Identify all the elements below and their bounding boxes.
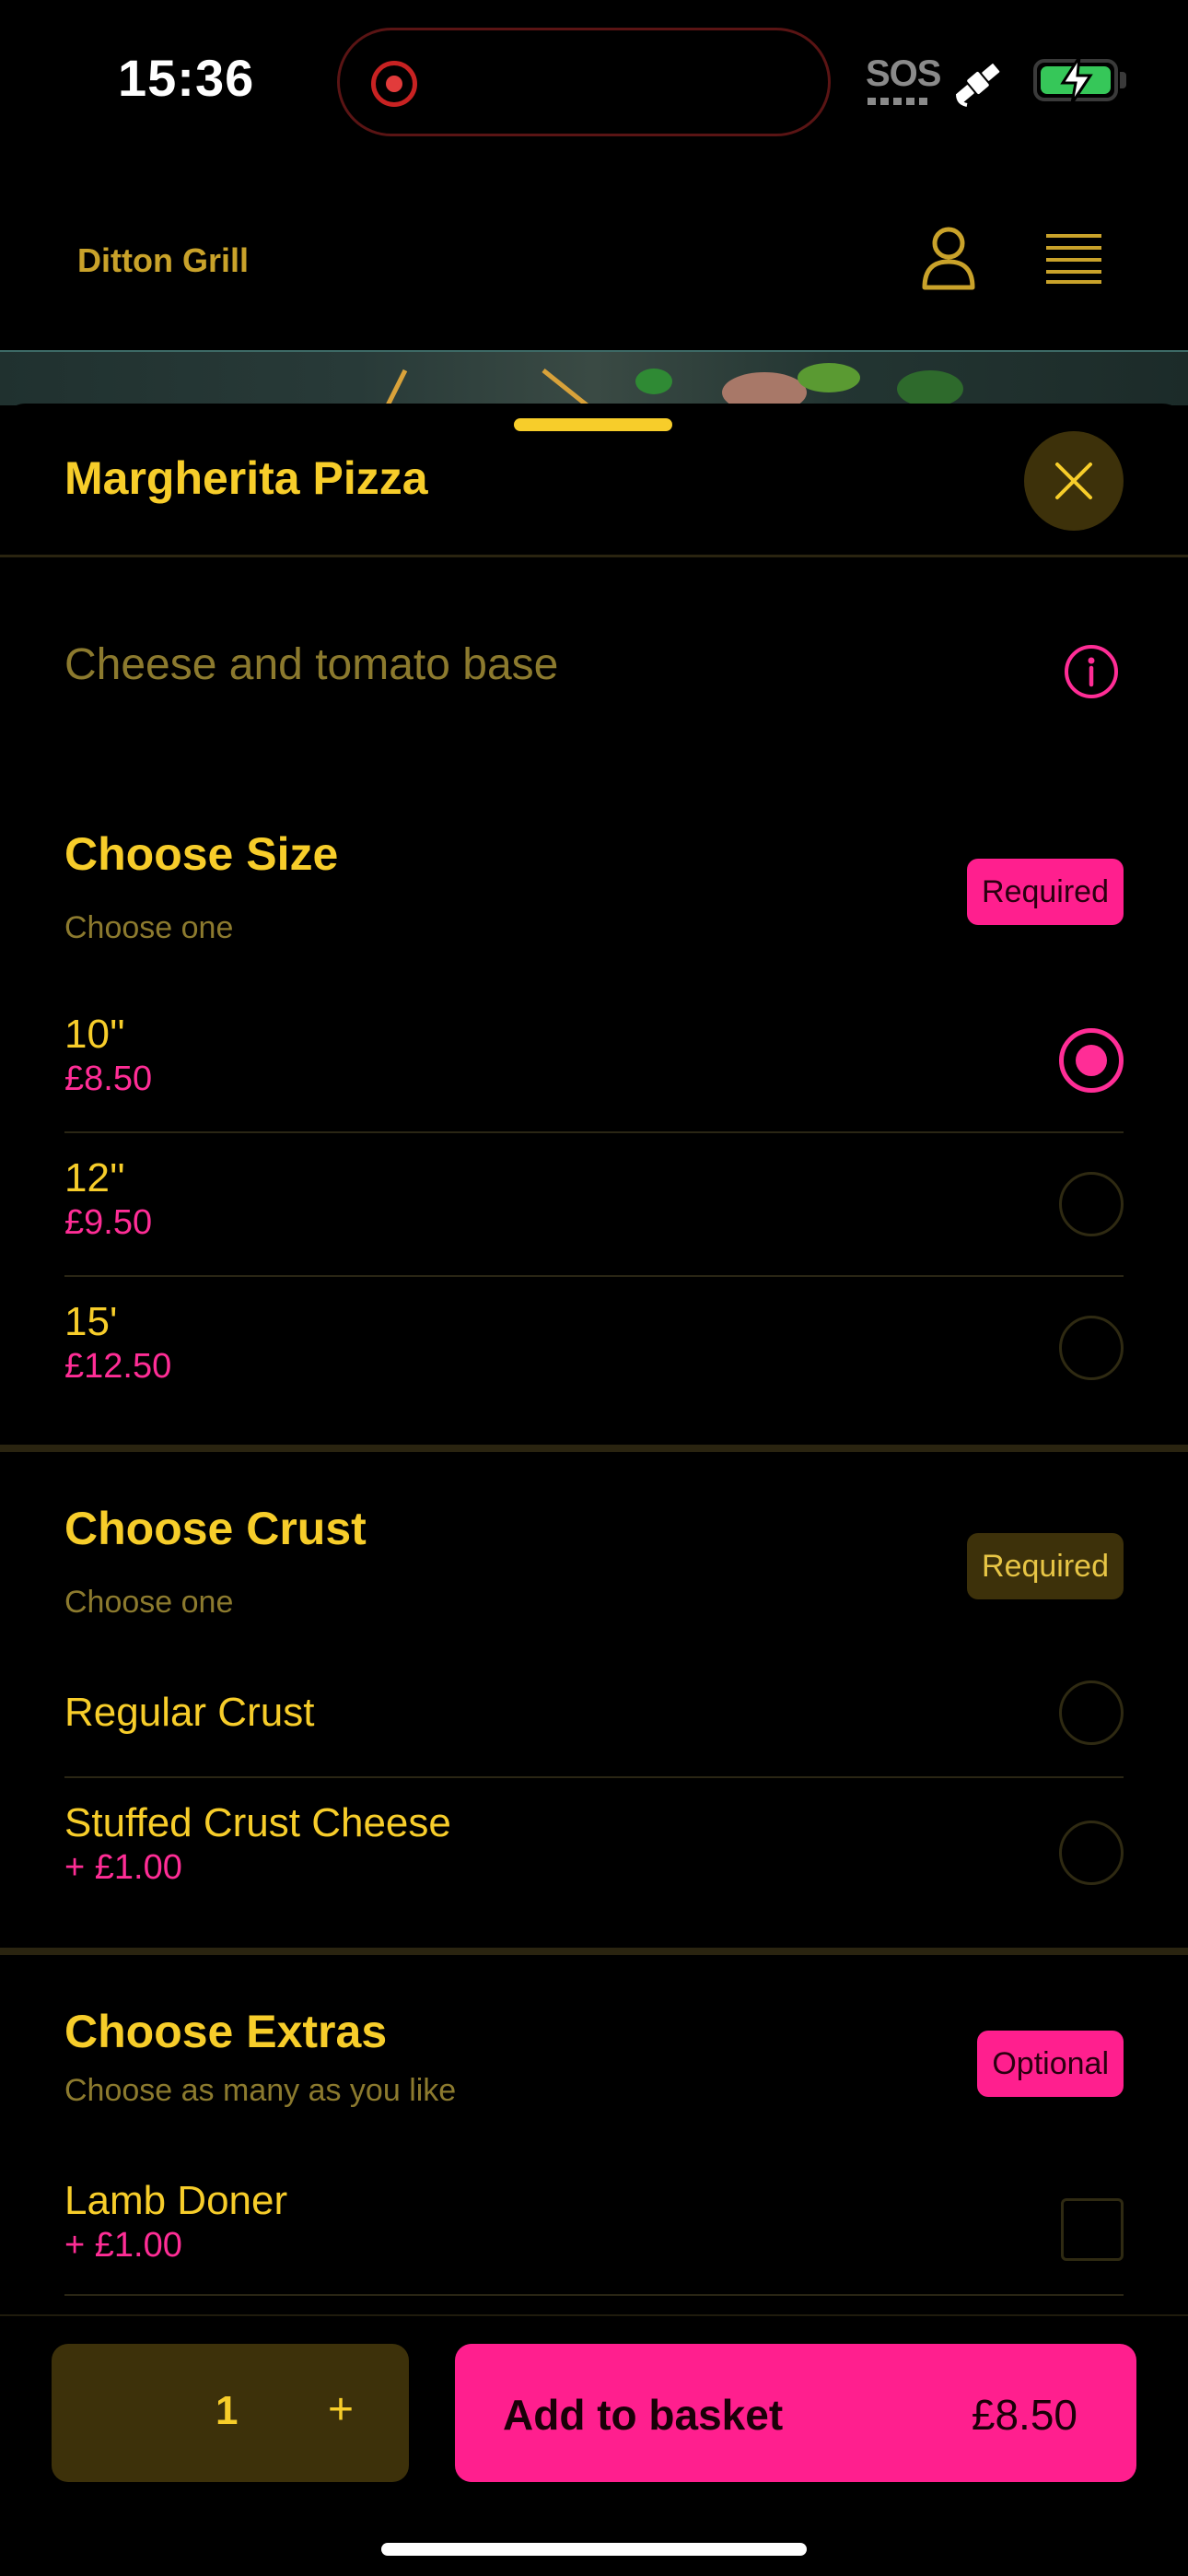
option-price: £12.50 <box>64 1347 172 1386</box>
option-label: Regular Crust <box>64 1690 315 1735</box>
quantity-value: 1 <box>215 2388 239 2433</box>
battery-tip <box>1120 72 1126 88</box>
restaurant-name[interactable]: Ditton Grill <box>77 241 249 280</box>
hamburger-menu-icon[interactable] <box>1044 232 1103 284</box>
option-price: + £1.00 <box>64 1848 182 1887</box>
add-to-basket-button[interactable]: Add to basket £8.50 <box>455 2344 1136 2482</box>
home-indicator[interactable] <box>381 2543 807 2556</box>
status-time: 15:36 <box>118 49 255 107</box>
radio-button[interactable] <box>1059 1172 1124 1236</box>
basket-total-price: £8.50 <box>971 2391 1077 2439</box>
radio-button[interactable] <box>1059 1316 1124 1380</box>
close-button[interactable] <box>1024 431 1124 531</box>
divider <box>64 2294 1124 2296</box>
extras-option-lamb-doner[interactable]: Lamb Doner + £1.00 <box>64 2178 1124 2279</box>
dynamic-island <box>337 28 831 136</box>
divider <box>64 1131 1124 1133</box>
satellite-icon <box>956 64 1000 107</box>
group-title-size: Choose Size <box>64 828 339 880</box>
group-subtitle-crust: Choose one <box>64 1585 234 1620</box>
option-label: Stuffed Crust Cheese <box>64 1800 451 1845</box>
divider <box>0 555 1188 557</box>
size-option-10[interactable]: 10'' £8.50 <box>64 1012 1124 1113</box>
option-label: Lamb Doner <box>64 2178 288 2223</box>
quantity-stepper[interactable]: 1 + <box>52 2344 409 2482</box>
status-bar: 15:36 SOS <box>0 0 1188 161</box>
divider <box>64 1776 1124 1778</box>
info-icon[interactable] <box>1063 643 1120 700</box>
group-title-extras: Choose Extras <box>64 2006 388 2057</box>
radio-button[interactable] <box>1059 1680 1124 1745</box>
size-option-12[interactable]: 12'' £9.50 <box>64 1155 1124 1257</box>
user-account-icon[interactable] <box>919 225 978 291</box>
option-label: 12'' <box>64 1155 125 1200</box>
section-divider <box>0 1445 1188 1452</box>
optional-badge-extras: Optional <box>977 2031 1124 2097</box>
size-option-15[interactable]: 15' £12.50 <box>64 1299 1124 1400</box>
product-title: Margherita Pizza <box>64 452 428 504</box>
group-subtitle-extras: Choose as many as you like <box>64 2073 457 2108</box>
divider <box>64 1275 1124 1277</box>
increment-button[interactable]: + <box>328 2384 354 2435</box>
group-subtitle-size: Choose one <box>64 910 234 945</box>
sheet-grabber[interactable] <box>514 418 672 431</box>
charging-bolt-icon <box>1060 56 1093 104</box>
product-options-sheet: Margherita Pizza Cheese and tomato base … <box>0 404 1188 2576</box>
screen-recording-icon <box>371 61 417 107</box>
option-price: + £1.00 <box>64 2226 182 2265</box>
add-to-basket-label: Add to basket <box>503 2391 784 2439</box>
crust-option-stuffed[interactable]: Stuffed Crust Cheese + £1.00 <box>64 1800 1124 1902</box>
group-title-crust: Choose Crust <box>64 1503 367 1554</box>
food-hero-image <box>0 350 1188 405</box>
required-badge-size: Required <box>967 859 1124 925</box>
section-divider <box>0 1948 1188 1955</box>
option-label: 15' <box>64 1299 118 1344</box>
option-price: £9.50 <box>64 1203 153 1242</box>
product-description: Cheese and tomato base <box>64 640 559 689</box>
option-price: £8.50 <box>64 1060 153 1098</box>
bottom-action-bar: 1 + Add to basket £8.50 <box>0 2314 1188 2576</box>
app-header: Ditton Grill <box>0 212 1188 350</box>
crust-option-regular[interactable]: Regular Crust <box>64 1680 1124 1763</box>
radio-button[interactable] <box>1059 1821 1124 1885</box>
checkbox[interactable] <box>1061 2198 1124 2261</box>
signal-dots-icon <box>868 98 928 105</box>
option-label: 10'' <box>64 1012 125 1057</box>
close-icon <box>1055 463 1092 499</box>
sos-indicator: SOS <box>866 53 941 94</box>
radio-button-selected[interactable] <box>1059 1028 1124 1093</box>
required-badge-crust: Required <box>967 1533 1124 1599</box>
